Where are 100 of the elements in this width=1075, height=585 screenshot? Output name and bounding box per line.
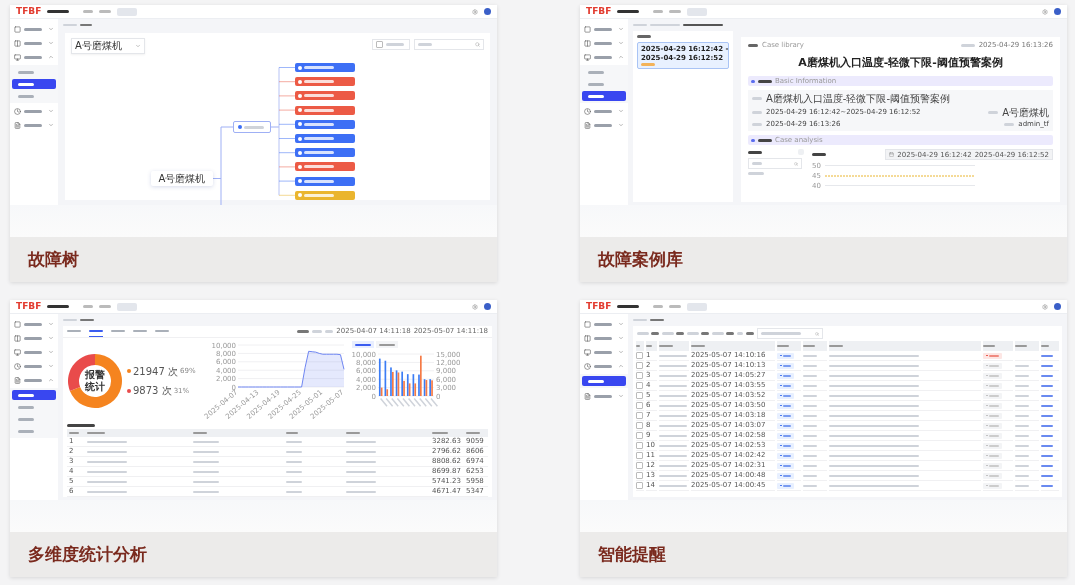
checkbox[interactable]: [372, 39, 410, 50]
action-link[interactable]: [1041, 474, 1053, 477]
row-checkbox[interactable]: [636, 352, 643, 359]
avatar: [1054, 303, 1061, 310]
tree-node[interactable]: [295, 91, 355, 101]
case-title: A磨煤机入口温度-轻微下限-阈值预警案例: [797, 55, 1004, 71]
settings-icon[interactable]: [472, 8, 478, 15]
search-icon: [815, 331, 819, 336]
tree-node[interactable]: [295, 119, 355, 129]
row-checkbox[interactable]: [636, 432, 643, 439]
menu-icon: [584, 53, 591, 61]
tree-node[interactable]: [295, 134, 355, 143]
tree-node[interactable]: [295, 77, 355, 87]
row-checkbox[interactable]: [636, 402, 643, 409]
caption: 智能提醒: [598, 543, 666, 566]
menu-icon: [14, 348, 21, 356]
menu-icon: [14, 121, 21, 129]
tree-node[interactable]: [295, 148, 355, 158]
caption: 故障树: [28, 248, 79, 271]
menu-icon: [14, 25, 21, 33]
action-link[interactable]: [1041, 414, 1053, 417]
submenu-item[interactable]: [582, 376, 626, 386]
x-label-line: [390, 398, 399, 407]
menu-icon: [14, 334, 21, 342]
submenu-item[interactable]: [12, 390, 56, 400]
menu-icon: [14, 39, 21, 47]
action-link[interactable]: [1041, 424, 1053, 427]
tree-node[interactable]: [295, 162, 355, 172]
logo-text: TFBF: [586, 7, 612, 16]
donut-label: 报警: [85, 369, 105, 380]
chevron-icon: [135, 43, 141, 49]
row-checkbox[interactable]: [636, 442, 643, 449]
settings-icon[interactable]: [472, 303, 478, 310]
menu-icon: [14, 376, 21, 384]
menu-icon: [584, 121, 591, 129]
legend-count: 21947 次: [133, 365, 178, 377]
row-checkbox[interactable]: [636, 372, 643, 379]
row-checkbox[interactable]: [636, 412, 643, 419]
submenu-item[interactable]: [12, 79, 56, 89]
root-node[interactable]: A号磨煤机: [151, 171, 213, 186]
caption: 多维度统计分析: [28, 543, 147, 566]
search-field[interactable]: [748, 158, 802, 170]
caption: 故障案例库: [598, 248, 683, 271]
menu-icon: [584, 39, 591, 47]
avatar: [484, 8, 491, 15]
branch-node[interactable]: [233, 121, 271, 133]
action-link[interactable]: [1041, 354, 1053, 357]
row-checkbox[interactable]: [636, 422, 643, 429]
chart-tab[interactable]: [375, 341, 398, 348]
row-checkbox[interactable]: [636, 472, 643, 479]
menu-icon: [584, 348, 591, 356]
menu-icon: [584, 392, 591, 400]
logo-text: TFBF: [16, 7, 42, 16]
menu-icon: [584, 334, 591, 342]
search-field[interactable]: [757, 328, 823, 339]
chart-tab[interactable]: [351, 341, 374, 348]
action-link[interactable]: [1041, 454, 1053, 457]
settings-icon[interactable]: [1042, 303, 1048, 310]
menu-icon: [584, 362, 591, 370]
x-label-line: [429, 398, 438, 407]
row-checkbox[interactable]: [636, 462, 643, 469]
search-icon: [794, 161, 798, 166]
menu-icon: [584, 25, 591, 33]
x-label-line: [401, 398, 410, 407]
action-link[interactable]: [1041, 404, 1053, 407]
tree-node[interactable]: [295, 63, 355, 72]
row-checkbox[interactable]: [636, 362, 643, 369]
action-link[interactable]: [1041, 374, 1053, 377]
x-label-line: [418, 398, 427, 407]
logo-text: TFBF: [16, 302, 42, 311]
action-link[interactable]: [1041, 434, 1053, 437]
avatar: [484, 303, 491, 310]
legend-count: 9873 次: [133, 385, 172, 397]
row-checkbox[interactable]: [636, 392, 643, 399]
action-link[interactable]: [1041, 384, 1053, 387]
action-link[interactable]: [1041, 484, 1053, 487]
menu-icon: [14, 320, 21, 328]
row-checkbox[interactable]: [636, 482, 643, 489]
search-icon: [475, 42, 480, 47]
menu-icon: [14, 53, 21, 61]
tree-node[interactable]: [295, 176, 355, 186]
avatar: [1054, 8, 1061, 15]
calendar-icon: [889, 152, 895, 158]
node-select[interactable]: A号磨煤机: [71, 38, 145, 54]
submenu-item[interactable]: [582, 91, 626, 101]
search-field[interactable]: [414, 39, 484, 50]
logo-text: TFBF: [586, 302, 612, 311]
menu-icon: [584, 320, 591, 328]
row-checkbox[interactable]: [636, 452, 643, 459]
row-checkbox[interactable]: [636, 382, 643, 389]
tree-node[interactable]: [295, 190, 355, 200]
action-link[interactable]: [1041, 444, 1053, 447]
tree-node[interactable]: [295, 105, 355, 115]
settings-icon[interactable]: [1042, 8, 1048, 15]
node-name: A号磨煤机: [1002, 106, 1049, 119]
action-link[interactable]: [1041, 364, 1053, 367]
donut-label: 统计: [85, 380, 105, 392]
action-link[interactable]: [1041, 464, 1053, 467]
action-link[interactable]: [1041, 394, 1053, 397]
menu-icon: [584, 107, 591, 115]
